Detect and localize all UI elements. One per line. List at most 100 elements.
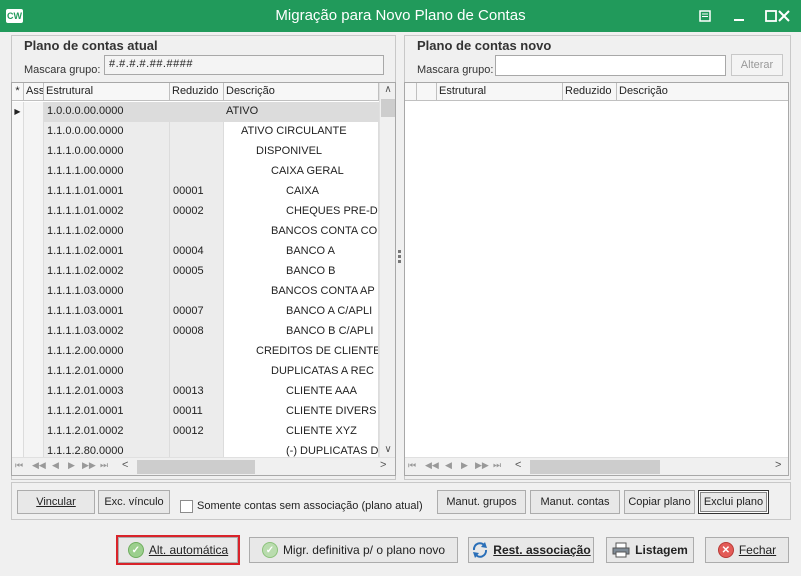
- col-reduzido-header[interactable]: Reduzido: [563, 83, 617, 101]
- exc-vinculo-button[interactable]: Exc. vínculo: [98, 490, 170, 514]
- cell-descricao: DUPLICATAS A REC: [224, 362, 379, 382]
- table-row[interactable]: 1.1.1.1.02.0000 BANCOS CONTA CO: [12, 222, 379, 242]
- table-row[interactable]: 1.1.1.2.01.0003 00013 CLIENTE AAA: [12, 382, 379, 402]
- rest-associacao-button[interactable]: Rest. associação: [468, 537, 594, 563]
- table-row[interactable]: 1.1.1.1.01.0001 00001 CAIXA: [12, 182, 379, 202]
- cell-ass[interactable]: [24, 362, 44, 382]
- cell-ass[interactable]: [24, 142, 44, 162]
- hscroll-thumb[interactable]: [530, 460, 660, 474]
- cell-ass[interactable]: [24, 242, 44, 262]
- cell-reduzido: 00013: [170, 382, 224, 402]
- manut-contas-button[interactable]: Manut. contas: [530, 490, 620, 514]
- row-indicator: [12, 202, 24, 222]
- table-row[interactable]: 1.1.1.1.03.0001 00007 BANCO A C/APLI: [12, 302, 379, 322]
- only-unassociated-checkbox[interactable]: [180, 500, 193, 513]
- nav-next-page-icon[interactable]: ▶▶: [475, 460, 489, 471]
- hscroll-thumb[interactable]: [137, 460, 255, 474]
- close-icon[interactable]: [767, 0, 801, 32]
- cell-ass[interactable]: [24, 122, 44, 142]
- nav-last-icon[interactable]: ⏭: [100, 460, 108, 471]
- hscroll-right-icon[interactable]: >: [380, 459, 386, 471]
- hscroll-left-icon[interactable]: <: [515, 459, 521, 471]
- nav-prev-page-icon[interactable]: ◀◀: [425, 460, 439, 471]
- splitter-grip: [398, 250, 401, 253]
- col-descricao-header[interactable]: Descrição: [224, 83, 379, 101]
- scroll-thumb[interactable]: [381, 99, 395, 117]
- cell-descricao: BANCO A C/APLI: [224, 302, 379, 322]
- table-row[interactable]: 1.1.1.1.02.0001 00004 BANCO A: [12, 242, 379, 262]
- row-indicator: [12, 162, 24, 182]
- col-ass-header[interactable]: Ass: [24, 83, 44, 101]
- nav-next-icon[interactable]: ▶: [68, 460, 75, 471]
- cell-estrutural: 1.1.1.1.01.0002: [44, 202, 170, 222]
- cell-ass[interactable]: [24, 402, 44, 422]
- new-plan-grid[interactable]: Estrutural Reduzido Descrição ⏮ ◀◀ ◀ ▶ ▶…: [404, 82, 789, 476]
- cell-ass[interactable]: [24, 182, 44, 202]
- migr-definitiva-button[interactable]: ✓ Migr. definitiva p/ o plano novo: [249, 537, 458, 563]
- cell-descricao: CLIENTE XYZ: [224, 422, 379, 442]
- minimize-icon[interactable]: [722, 0, 756, 32]
- menu-icon[interactable]: [688, 0, 722, 32]
- alterar-button[interactable]: Alterar: [731, 54, 783, 76]
- new-mask-input[interactable]: [495, 55, 726, 76]
- nav-first-icon[interactable]: ⏮: [408, 460, 416, 471]
- table-row[interactable]: 1.1.1.2.01.0001 00011 CLIENTE DIVERS: [12, 402, 379, 422]
- cell-descricao: CREDITOS DE CLIENTE: [224, 342, 379, 362]
- nav-first-icon[interactable]: ⏮: [15, 460, 23, 471]
- fechar-button[interactable]: ✕ Fechar: [705, 537, 789, 563]
- cell-descricao: CLIENTE AAA: [224, 382, 379, 402]
- col-descricao-header[interactable]: Descrição: [617, 83, 788, 101]
- refresh-icon: [473, 542, 488, 558]
- table-row[interactable]: 1.1.1.2.00.0000 CREDITOS DE CLIENTE: [12, 342, 379, 362]
- only-unassociated-label[interactable]: Somente contas sem associação (plano atu…: [197, 500, 423, 512]
- col-reduzido-header[interactable]: Reduzido: [170, 83, 224, 101]
- nav-next-page-icon[interactable]: ▶▶: [82, 460, 96, 471]
- table-row[interactable]: 1.1.1.1.03.0002 00008 BANCO B C/APLI: [12, 322, 379, 342]
- col-estrutural-header[interactable]: Estrutural: [437, 83, 563, 101]
- table-row[interactable]: ▶ 1.0.0.0.00.0000 ATIVO: [12, 102, 379, 122]
- current-plan-grid[interactable]: * Ass Estrutural Reduzido Descrição ▶ 1.0…: [11, 82, 396, 476]
- cell-ass[interactable]: [24, 422, 44, 442]
- table-row[interactable]: 1.1.1.1.00.0000 CAIXA GERAL: [12, 162, 379, 182]
- cell-reduzido: 00001: [170, 182, 224, 202]
- new-grid-navbar: ⏮ ◀◀ ◀ ▶ ▶▶ ⏭ < >: [405, 457, 788, 475]
- hscroll-left-icon[interactable]: <: [122, 459, 128, 471]
- table-row[interactable]: 1.1.1.2.01.0000 DUPLICATAS A REC: [12, 362, 379, 382]
- table-row[interactable]: 1.1.1.1.02.0002 00005 BANCO B: [12, 262, 379, 282]
- cell-ass[interactable]: [24, 202, 44, 222]
- table-row[interactable]: 1.1.1.0.00.0000 DISPONIVEL: [12, 142, 379, 162]
- cell-ass[interactable]: [24, 382, 44, 402]
- cell-reduzido: [170, 342, 224, 362]
- nav-last-icon[interactable]: ⏭: [493, 460, 501, 471]
- cell-ass[interactable]: [24, 342, 44, 362]
- cell-ass[interactable]: [24, 282, 44, 302]
- listagem-button[interactable]: Listagem: [606, 537, 694, 563]
- cell-ass[interactable]: [24, 322, 44, 342]
- cell-ass[interactable]: [24, 102, 44, 122]
- col-estrutural-header[interactable]: Estrutural: [44, 83, 170, 101]
- cell-ass[interactable]: [24, 302, 44, 322]
- table-row[interactable]: 1.1.1.1.01.0002 00002 CHEQUES PRE-D: [12, 202, 379, 222]
- check-icon: ✓: [261, 542, 278, 558]
- scroll-down-icon[interactable]: ∨: [380, 443, 395, 457]
- nav-next-icon[interactable]: ▶: [461, 460, 468, 471]
- table-row[interactable]: 1.1.0.0.00.0000 ATIVO CIRCULANTE: [12, 122, 379, 142]
- table-row[interactable]: 1.1.1.2.01.0002 00012 CLIENTE XYZ: [12, 422, 379, 442]
- hscroll-right-icon[interactable]: >: [775, 459, 781, 471]
- manut-grupos-button[interactable]: Manut. grupos: [437, 490, 526, 514]
- nav-prev-icon[interactable]: ◀: [445, 460, 452, 471]
- cell-ass[interactable]: [24, 262, 44, 282]
- copiar-plano-button[interactable]: Copiar plano: [624, 490, 695, 514]
- scroll-up-icon[interactable]: ∧: [380, 83, 395, 97]
- vincular-button[interactable]: Vincular: [17, 490, 95, 514]
- cell-ass[interactable]: [24, 222, 44, 242]
- cell-ass[interactable]: [24, 162, 44, 182]
- cell-reduzido: [170, 142, 224, 162]
- table-row[interactable]: 1.1.1.1.03.0000 BANCOS CONTA AP: [12, 282, 379, 302]
- col-indicator-header: *: [12, 83, 24, 101]
- current-grid-vscroll[interactable]: ∧ ∨: [379, 83, 395, 457]
- current-grid-header: * Ass Estrutural Reduzido Descrição: [12, 83, 379, 101]
- nav-prev-icon[interactable]: ◀: [52, 460, 59, 471]
- exclui-plano-button[interactable]: Exclui plano: [698, 490, 769, 514]
- nav-prev-page-icon[interactable]: ◀◀: [32, 460, 46, 471]
